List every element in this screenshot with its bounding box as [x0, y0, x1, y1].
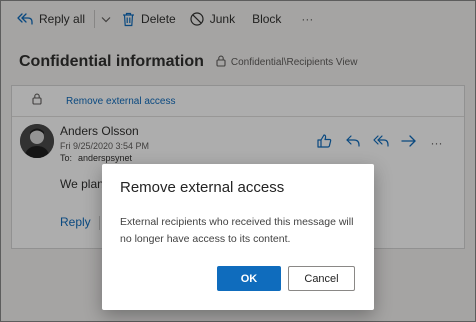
dialog-title: Remove external access: [120, 179, 285, 196]
cancel-button[interactable]: Cancel: [288, 266, 355, 291]
ok-button[interactable]: OK: [217, 266, 281, 291]
dialog-message: External recipients who received this me…: [120, 216, 354, 245]
remove-external-access-dialog: Remove external access External recipien…: [102, 164, 374, 310]
